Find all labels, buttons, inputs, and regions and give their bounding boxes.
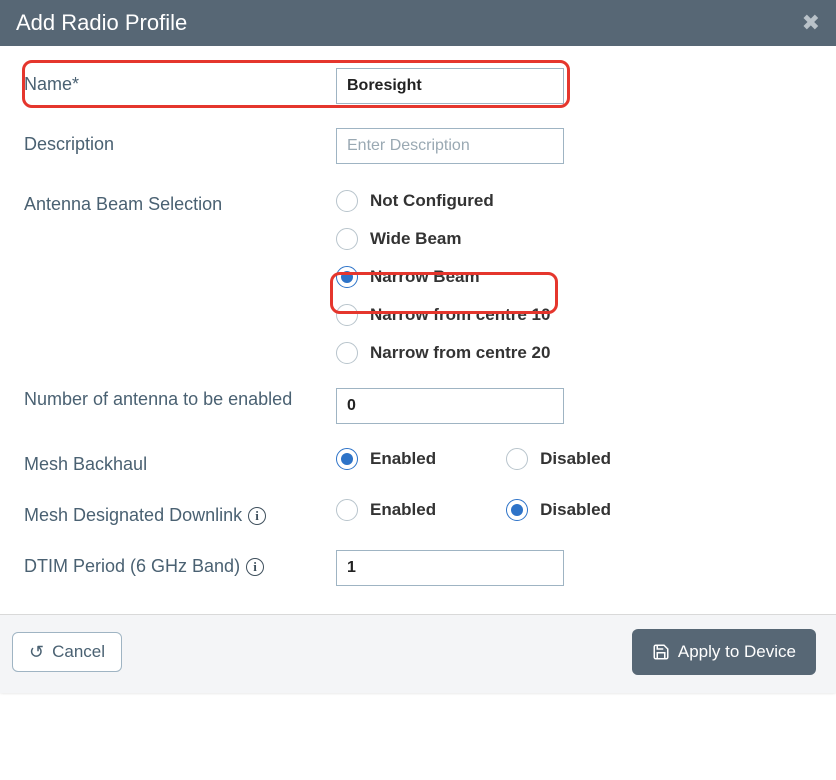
radio-icon [336, 304, 358, 326]
radio-not-configured[interactable]: Not Configured [336, 190, 812, 212]
radio-narrow-10[interactable]: Narrow from centre 10 [336, 304, 812, 326]
mesh-backhaul-enabled[interactable]: Enabled [336, 448, 436, 470]
radio-wide-beam[interactable]: Wide Beam [336, 228, 812, 250]
radio-icon [336, 499, 358, 521]
save-icon [652, 643, 670, 661]
radio-icon [336, 342, 358, 364]
cancel-button[interactable]: ↺ Cancel [12, 632, 122, 672]
radio-label: Not Configured [370, 191, 494, 211]
mesh-downlink-label-text: Mesh Designated Downlink [24, 505, 242, 526]
apply-button-label: Apply to Device [678, 642, 796, 662]
radio-label: Wide Beam [370, 229, 461, 249]
radio-icon [336, 190, 358, 212]
name-label: Name* [24, 68, 336, 95]
modal-body: Name* Description Antenna Beam Selection… [0, 46, 836, 586]
radio-icon [336, 266, 358, 288]
radio-label: Narrow Beam [370, 267, 480, 287]
radio-icon [506, 499, 528, 521]
mesh-downlink-label: Mesh Designated Downlink i [24, 499, 336, 526]
close-icon[interactable]: ✖ [802, 10, 820, 36]
radio-icon [336, 448, 358, 470]
description-label: Description [24, 128, 336, 155]
name-input[interactable] [336, 68, 564, 104]
antenna-count-input[interactable] [336, 388, 564, 424]
undo-icon: ↺ [29, 643, 44, 661]
radio-label: Enabled [370, 449, 436, 469]
mesh-backhaul-disabled[interactable]: Disabled [506, 448, 611, 470]
antenna-count-label: Number of antenna to be enabled [24, 388, 336, 411]
mesh-backhaul-label: Mesh Backhaul [24, 448, 336, 475]
modal-footer: ↺ Cancel Apply to Device [0, 614, 836, 693]
info-icon[interactable]: i [248, 507, 266, 525]
mesh-downlink-disabled[interactable]: Disabled [506, 499, 611, 521]
radio-label: Narrow from centre 20 [370, 343, 550, 363]
description-input[interactable] [336, 128, 564, 164]
radio-label: Disabled [540, 500, 611, 520]
info-icon[interactable]: i [246, 558, 264, 576]
dtim-input[interactable] [336, 550, 564, 586]
radio-icon [336, 228, 358, 250]
radio-label: Enabled [370, 500, 436, 520]
apply-button[interactable]: Apply to Device [632, 629, 816, 675]
modal-header: Add Radio Profile ✖ [0, 0, 836, 46]
radio-narrow-20[interactable]: Narrow from centre 20 [336, 342, 812, 364]
modal-title: Add Radio Profile [16, 10, 187, 36]
antenna-beam-label: Antenna Beam Selection [24, 188, 336, 215]
dtim-label: DTIM Period (6 GHz Band) i [24, 550, 336, 577]
radio-icon [506, 448, 528, 470]
radio-label: Narrow from centre 10 [370, 305, 550, 325]
cancel-button-label: Cancel [52, 642, 105, 662]
radio-narrow-beam[interactable]: Narrow Beam [336, 266, 812, 288]
radio-label: Disabled [540, 449, 611, 469]
mesh-downlink-enabled[interactable]: Enabled [336, 499, 436, 521]
add-radio-profile-modal: Add Radio Profile ✖ Name* Description An… [0, 0, 836, 693]
dtim-label-text: DTIM Period (6 GHz Band) [24, 556, 240, 577]
